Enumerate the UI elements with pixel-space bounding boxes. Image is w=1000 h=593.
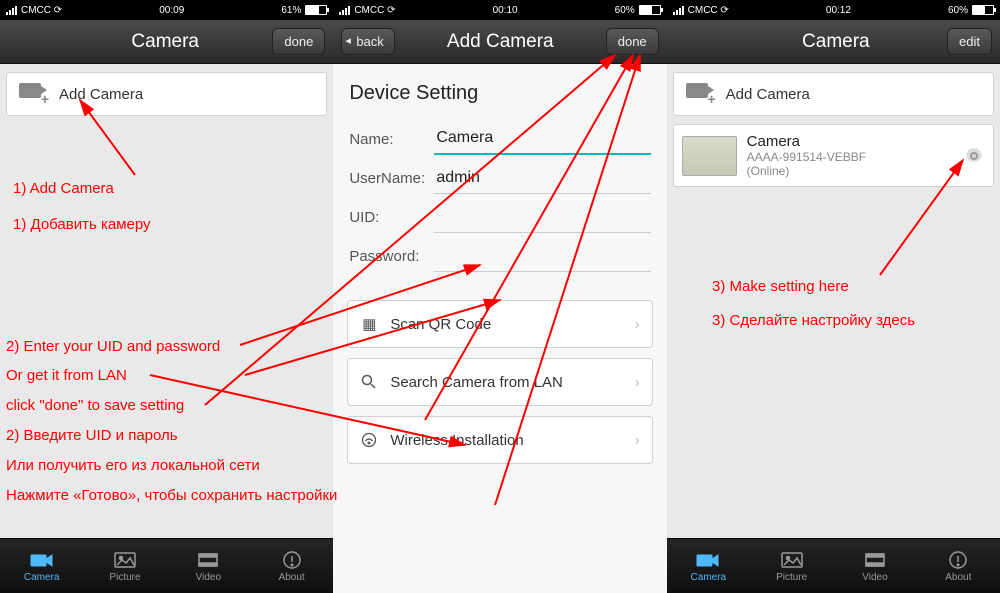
uid-label: UID: (349, 209, 434, 226)
camera-icon (695, 550, 721, 570)
tab-bar: Camera Picture Video About (0, 538, 333, 593)
name-input[interactable] (434, 123, 650, 155)
battery-icon (639, 5, 661, 15)
field-name: Name: (333, 115, 666, 155)
content-area: Device Setting Name: UserName: UID: Pass… (333, 64, 666, 593)
camera-uid: AAAA-991514-VEBBF (747, 150, 953, 164)
qr-icon: ▦ (360, 315, 378, 333)
back-button[interactable]: ◂back (341, 28, 394, 55)
battery-icon (305, 5, 327, 15)
status-bar: CMCC ⟳ 00:10 60% (333, 0, 666, 20)
add-camera-row[interactable]: + Add Camera (6, 72, 327, 116)
wireless-label: Wireless Installation (390, 432, 523, 449)
page-title: Camera (58, 31, 272, 53)
scan-qr-label: Scan QR Code (390, 316, 491, 333)
battery-pct: 60% (948, 5, 968, 16)
wifi-icon (360, 431, 378, 449)
screen-3-camera-list: CMCC ⟳ 00:12 60% Camera edit + Add Camer… (667, 0, 1000, 593)
gear-icon[interactable] (963, 145, 985, 167)
tab-picture[interactable]: Picture (750, 539, 833, 593)
chevron-right-icon: › (635, 432, 640, 449)
tab-bar: Camera Picture Video About (667, 538, 1000, 593)
done-button[interactable]: done (606, 28, 659, 55)
name-label: Name: (349, 131, 434, 148)
tab-camera[interactable]: Camera (667, 539, 750, 593)
camera-list-item[interactable]: Camera AAAA-991514-VEBBF (Online) (673, 124, 994, 187)
chevron-right-icon: › (635, 374, 640, 391)
time-label: 00:09 (159, 5, 184, 16)
chevron-right-icon: › (635, 316, 640, 333)
navbar: Camera edit (667, 20, 1000, 64)
battery-pct: 61% (281, 5, 301, 16)
tab-video[interactable]: Video (167, 539, 250, 593)
signal-icon (673, 6, 684, 15)
camera-icon (29, 550, 55, 570)
about-icon (279, 550, 305, 570)
tab-picture[interactable]: Picture (83, 539, 166, 593)
done-button[interactable]: done (272, 28, 325, 55)
picture-icon (779, 550, 805, 570)
username-input[interactable] (434, 163, 650, 194)
status-bar: CMCC ⟳ 00:12 60% (667, 0, 1000, 20)
camera-name: Camera (747, 133, 953, 150)
screen-2-add-camera: CMCC ⟳ 00:10 60% ◂back Add Camera done D… (333, 0, 666, 593)
section-title: Device Setting (333, 64, 666, 115)
tab-about[interactable]: About (250, 539, 333, 593)
scan-qr-row[interactable]: ▦ Scan QR Code › (347, 300, 652, 348)
battery-icon (972, 5, 994, 15)
time-label: 00:12 (826, 5, 851, 16)
page-title: Add Camera (395, 31, 606, 53)
camera-info: Camera AAAA-991514-VEBBF (Online) (747, 133, 953, 178)
add-camera-row[interactable]: + Add Camera (673, 72, 994, 116)
camera-add-icon: + (19, 83, 49, 105)
screen-1-camera-list: CMCC ⟳ 00:09 61% Camera done + Add Camer… (0, 0, 333, 593)
add-camera-label: Add Camera (59, 86, 143, 103)
signal-icon (6, 6, 17, 15)
uid-input[interactable] (434, 202, 650, 233)
add-camera-label: Add Camera (726, 86, 810, 103)
video-icon (195, 550, 221, 570)
search-lan-row[interactable]: Search Camera from LAN › (347, 358, 652, 406)
content-area: + Add Camera Camera AAAA-991514-VEBBF (O… (667, 64, 1000, 538)
camera-add-icon: + (686, 83, 716, 105)
battery-pct: 60% (615, 5, 635, 16)
tab-about[interactable]: About (917, 539, 1000, 593)
tab-camera[interactable]: Camera (0, 539, 83, 593)
navbar: Camera done (0, 20, 333, 64)
search-lan-label: Search Camera from LAN (390, 374, 563, 391)
status-bar: CMCC ⟳ 00:09 61% (0, 0, 333, 20)
password-label: Password: (349, 248, 434, 265)
username-label: UserName: (349, 170, 434, 187)
content-area: + Add Camera (0, 64, 333, 538)
field-uid: UID: (333, 194, 666, 233)
picture-icon (112, 550, 138, 570)
time-label: 00:10 (493, 5, 518, 16)
about-icon (945, 550, 971, 570)
carrier-label: CMCC (688, 5, 718, 16)
wireless-install-row[interactable]: Wireless Installation › (347, 416, 652, 464)
video-icon (862, 550, 888, 570)
edit-button[interactable]: edit (947, 28, 992, 55)
tab-video[interactable]: Video (833, 539, 916, 593)
camera-status: (Online) (747, 164, 953, 178)
camera-thumbnail (682, 136, 737, 176)
field-username: UserName: (333, 155, 666, 194)
search-icon (360, 373, 378, 391)
field-password: Password: (333, 233, 666, 272)
navbar: ◂back Add Camera done (333, 20, 666, 64)
password-input[interactable] (434, 241, 650, 272)
carrier-label: CMCC (354, 5, 384, 16)
signal-icon (339, 6, 350, 15)
page-title: Camera (725, 31, 947, 53)
carrier-label: CMCC (21, 5, 51, 16)
